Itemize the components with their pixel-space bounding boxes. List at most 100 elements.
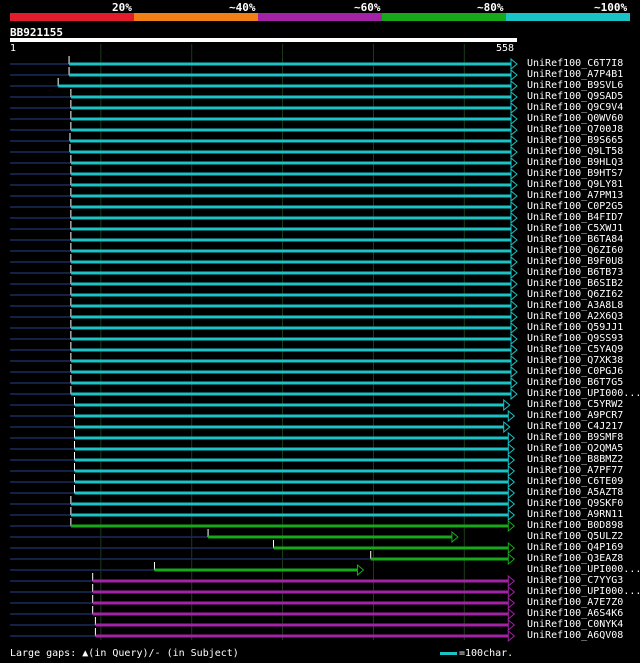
- hit-bar[interactable]: [74, 414, 510, 418]
- hit-label[interactable]: UniRef100_B6TB73: [527, 267, 623, 278]
- hit-label[interactable]: UniRef100_Q5ULZ2: [527, 531, 623, 542]
- hit-label[interactable]: UniRef100_B9S665: [527, 135, 623, 146]
- hit-label[interactable]: UniRef100_B9HLQ3: [527, 157, 623, 168]
- hit-bar[interactable]: [70, 238, 512, 242]
- hit-bar[interactable]: [74, 436, 510, 440]
- hit-label[interactable]: UniRef100_Q9LT58: [527, 146, 623, 157]
- hit-bar[interactable]: [70, 502, 510, 506]
- hit-bar[interactable]: [70, 128, 512, 132]
- hit-bar[interactable]: [92, 590, 510, 594]
- hit-label[interactable]: UniRef100_A3A8L8: [527, 300, 623, 311]
- hit-label[interactable]: UniRef100_B9F0U8: [527, 256, 623, 267]
- hit-label[interactable]: UniRef100_Q2QMA5: [527, 443, 623, 454]
- hit-label[interactable]: UniRef100_C6TE09: [527, 476, 623, 487]
- hit-label[interactable]: UniRef100_Q6ZI60: [527, 245, 623, 256]
- hit-bar[interactable]: [69, 73, 512, 77]
- hit-label[interactable]: UniRef100_Q4P169: [527, 542, 623, 553]
- hit-bar[interactable]: [273, 546, 510, 550]
- hit-label[interactable]: UniRef100_C5YRW2: [527, 399, 623, 410]
- hit-bar[interactable]: [74, 447, 510, 451]
- hit-bar[interactable]: [70, 249, 512, 253]
- hit-bar[interactable]: [95, 623, 510, 627]
- hit-bar[interactable]: [370, 557, 510, 561]
- hit-bar[interactable]: [70, 216, 512, 220]
- hit-bar[interactable]: [70, 282, 512, 286]
- hit-bar[interactable]: [74, 425, 505, 429]
- hit-bar[interactable]: [95, 634, 510, 638]
- hit-label[interactable]: UniRef100_B0D898: [527, 520, 623, 531]
- hit-label[interactable]: UniRef100_Q9SS93: [527, 333, 623, 344]
- hit-label[interactable]: UniRef100_A9PCR7: [527, 410, 623, 421]
- hit-bar[interactable]: [70, 524, 510, 528]
- hit-label[interactable]: UniRef100_C0NYK4: [527, 619, 623, 630]
- hit-label[interactable]: UniRef100_A9RN11: [527, 509, 623, 520]
- hit-bar[interactable]: [70, 260, 512, 264]
- hit-label[interactable]: UniRef100_C5YAQ9: [527, 344, 623, 355]
- hit-label[interactable]: UniRef100_B4FID7: [527, 212, 623, 223]
- hit-bar[interactable]: [70, 304, 512, 308]
- hit-bar[interactable]: [69, 62, 512, 66]
- hit-bar[interactable]: [70, 381, 512, 385]
- hit-bar[interactable]: [70, 293, 512, 297]
- hit-bar[interactable]: [92, 601, 510, 605]
- hit-label[interactable]: UniRef100_UPI000...: [527, 388, 640, 399]
- hit-label[interactable]: UniRef100_UPI000...: [527, 586, 640, 597]
- hit-bar[interactable]: [70, 183, 512, 187]
- hit-bar[interactable]: [70, 172, 512, 176]
- hit-bar[interactable]: [70, 205, 512, 209]
- hit-label[interactable]: UniRef100_Q9LY81: [527, 179, 623, 190]
- hit-bar[interactable]: [70, 513, 510, 517]
- hit-label[interactable]: UniRef100_A6QV08: [527, 630, 623, 641]
- hit-bar[interactable]: [69, 139, 512, 143]
- hit-bar[interactable]: [69, 150, 512, 154]
- hit-label[interactable]: UniRef100_B6TA84: [527, 234, 623, 245]
- hit-bar[interactable]: [74, 403, 505, 407]
- hit-label[interactable]: UniRef100_A5AZT8: [527, 487, 623, 498]
- hit-bar[interactable]: [74, 458, 510, 462]
- hit-bar[interactable]: [70, 359, 512, 363]
- hit-bar[interactable]: [70, 117, 512, 121]
- hit-bar[interactable]: [70, 271, 512, 275]
- hit-label[interactable]: UniRef100_Q9SAD5: [527, 91, 623, 102]
- hit-label[interactable]: UniRef100_Q3EAZ8: [527, 553, 623, 564]
- hit-label[interactable]: UniRef100_UPI000...: [527, 564, 640, 575]
- hit-bar[interactable]: [70, 106, 512, 110]
- hit-bar[interactable]: [70, 95, 512, 99]
- hit-bar[interactable]: [58, 84, 512, 88]
- hit-bar[interactable]: [70, 392, 512, 396]
- hit-bar[interactable]: [70, 194, 512, 198]
- hit-label[interactable]: UniRef100_B8BMZ2: [527, 454, 623, 465]
- hit-label[interactable]: UniRef100_C4J217: [527, 421, 623, 432]
- hit-label[interactable]: UniRef100_A2X6Q3: [527, 311, 623, 322]
- hit-label[interactable]: UniRef100_A7P4B1: [527, 69, 623, 80]
- hit-bar[interactable]: [154, 568, 359, 572]
- hit-bar[interactable]: [74, 480, 510, 484]
- hit-bar[interactable]: [70, 326, 512, 330]
- hit-label[interactable]: UniRef100_A7E7Z0: [527, 597, 623, 608]
- hit-bar[interactable]: [92, 612, 510, 616]
- hit-label[interactable]: UniRef100_A6S4K6: [527, 608, 623, 619]
- hit-label[interactable]: UniRef100_C7YYG3: [527, 575, 623, 586]
- hit-label[interactable]: UniRef100_Q6ZI62: [527, 289, 623, 300]
- hit-label[interactable]: UniRef100_B9SVL6: [527, 80, 623, 91]
- hit-label[interactable]: UniRef100_B6SIB2: [527, 278, 623, 289]
- hit-label[interactable]: UniRef100_Q7XK38: [527, 355, 623, 366]
- hit-bar[interactable]: [70, 337, 512, 341]
- hit-label[interactable]: UniRef100_Q59JJ1: [527, 322, 623, 333]
- hit-label[interactable]: UniRef100_Q700J8: [527, 124, 623, 135]
- hit-label[interactable]: UniRef100_C0PGJ6: [527, 366, 623, 377]
- hit-bar[interactable]: [74, 491, 510, 495]
- hit-bar[interactable]: [208, 535, 453, 539]
- hit-bar[interactable]: [70, 227, 512, 231]
- hit-label[interactable]: UniRef100_A7PM13: [527, 190, 623, 201]
- hit-label[interactable]: UniRef100_B9HTS7: [527, 168, 623, 179]
- hit-label[interactable]: UniRef100_Q0WV60: [527, 113, 623, 124]
- hit-label[interactable]: UniRef100_B9SMF8: [527, 432, 623, 443]
- hit-bar[interactable]: [70, 161, 512, 165]
- hit-label[interactable]: UniRef100_Q9SKF0: [527, 498, 623, 509]
- hit-label[interactable]: UniRef100_Q9C9V4: [527, 102, 623, 113]
- hit-bar[interactable]: [92, 579, 510, 583]
- hit-label[interactable]: UniRef100_C0P2G5: [527, 201, 623, 212]
- hit-bar[interactable]: [74, 469, 510, 473]
- hit-bar[interactable]: [70, 348, 512, 352]
